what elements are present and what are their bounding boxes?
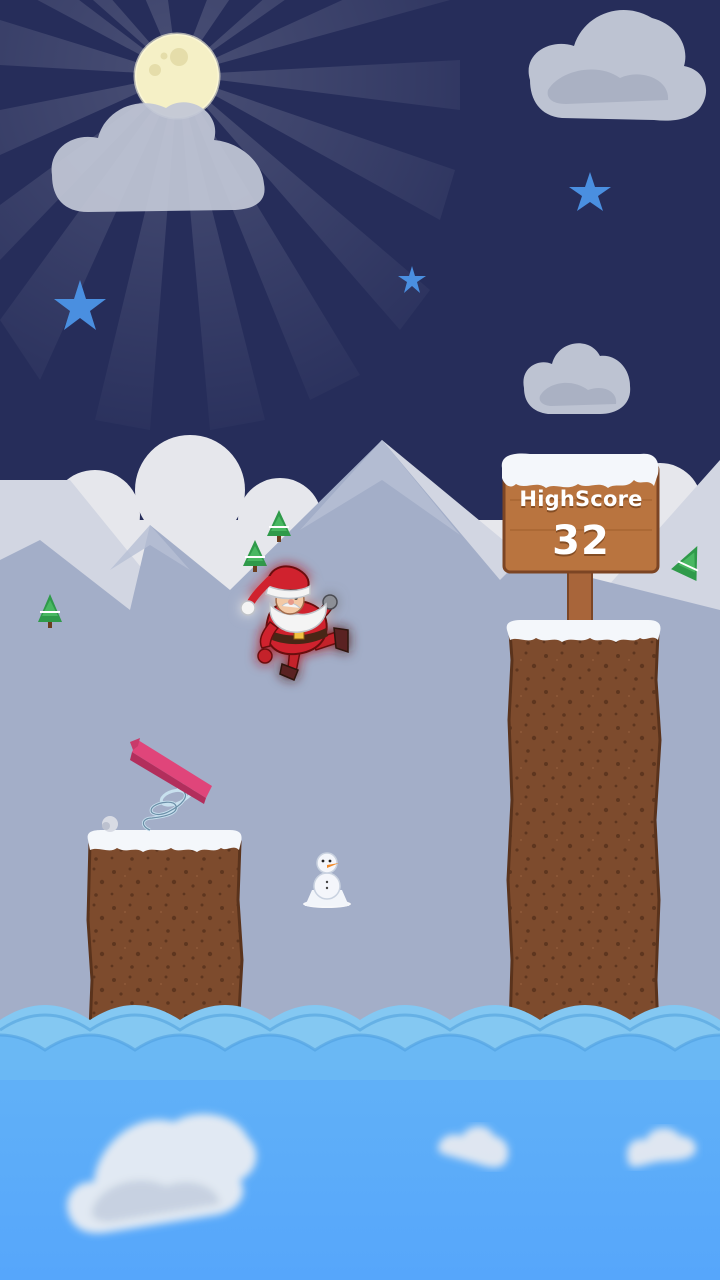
highscore-label: HighScore [519, 487, 643, 511]
highscore-value: 32 [552, 518, 610, 564]
platform-pillar-left [86, 816, 244, 1032]
game-scene[interactable]: HighScore 32 [0, 0, 720, 1280]
water [0, 1005, 720, 1280]
platform-pillar-right [506, 620, 662, 1032]
game-canvas [0, 0, 720, 1280]
